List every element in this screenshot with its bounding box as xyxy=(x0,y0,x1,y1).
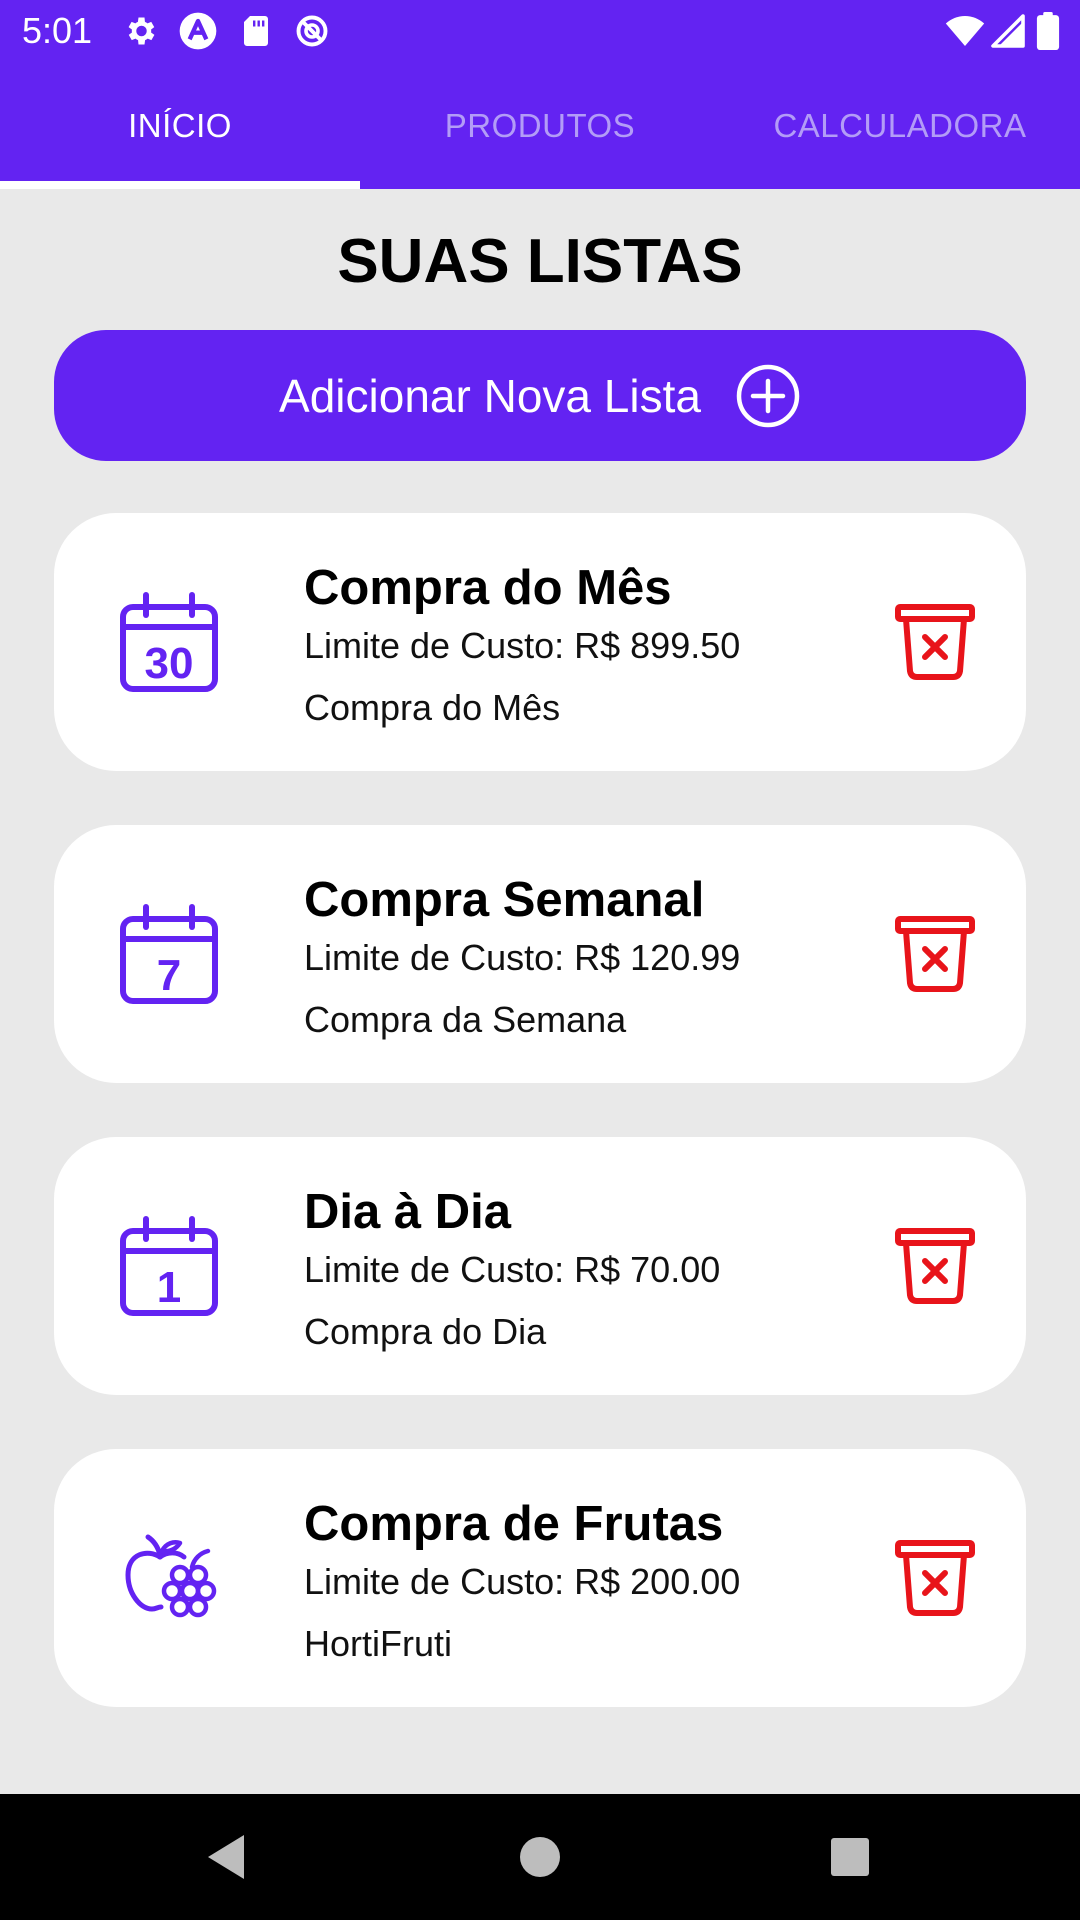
app-header: 5:01 INÍCIO PRODUTOS CALCULADORA xyxy=(0,0,1080,189)
recents-icon[interactable] xyxy=(822,1829,878,1885)
back-icon[interactable] xyxy=(198,1829,254,1885)
tab-produtos[interactable]: PRODUTOS xyxy=(360,62,720,189)
sync-blocked-icon xyxy=(296,15,328,47)
list-description: Compra da Semana xyxy=(304,999,627,1040)
tab-bar: INÍCIO PRODUTOS CALCULADORA xyxy=(0,62,1080,189)
list-limit: Limite de Custo: R$ 200.00 xyxy=(304,1561,741,1602)
sd-card-icon xyxy=(244,16,268,46)
list-info: Compra Semanal Limite de Custo: R$ 120.9… xyxy=(304,871,864,1041)
add-circle-icon xyxy=(736,364,800,427)
calendar-1-icon: 1 xyxy=(120,1216,218,1316)
tab-label: PRODUTOS xyxy=(444,106,636,144)
calendar-number: 1 xyxy=(157,1263,181,1312)
list-title: Dia à Dia xyxy=(304,1185,511,1239)
list-title: Compra Semanal xyxy=(304,873,705,927)
list-title: Compra do Mês xyxy=(304,561,672,615)
list-card[interactable]: Compra de Frutas Limite de Custo: R$ 200… xyxy=(54,1449,1026,1707)
list-description: HortiFruti xyxy=(304,1623,453,1664)
list-limit: Limite de Custo: R$ 120.99 xyxy=(304,937,741,978)
delete-list-button[interactable] xyxy=(894,915,976,993)
status-bar: 5:01 xyxy=(0,0,1080,62)
list-title: Compra de Frutas xyxy=(304,1497,724,1551)
list-limit: Limite de Custo: R$ 899.50 xyxy=(304,625,741,666)
home-icon[interactable] xyxy=(512,1829,568,1885)
list-description: Compra do Dia xyxy=(304,1311,547,1352)
list-info: Dia à Dia Limite de Custo: R$ 70.00 Comp… xyxy=(304,1183,864,1353)
tab-indicator xyxy=(0,181,360,189)
battery-icon xyxy=(1036,12,1060,50)
list-limit: Limite de Custo: R$ 70.00 xyxy=(304,1249,721,1290)
page-title: SUAS LISTAS xyxy=(337,227,743,296)
signal-icon xyxy=(991,14,1025,48)
list-card[interactable]: 7 Compra Semanal Limite de Custo: R$ 120… xyxy=(54,825,1026,1083)
gear-icon xyxy=(128,17,155,45)
add-list-label: Adicionar Nova Lista xyxy=(279,369,701,422)
calendar-number: 7 xyxy=(157,951,181,1000)
tab-label: INÍCIO xyxy=(128,106,232,144)
delete-list-button[interactable] xyxy=(894,1539,976,1617)
list-info: Compra de Frutas Limite de Custo: R$ 200… xyxy=(304,1495,864,1665)
calendar-number: 30 xyxy=(145,639,194,688)
wifi-icon xyxy=(945,16,985,46)
fruits-icon xyxy=(125,1534,217,1618)
tab-label: CALCULADORA xyxy=(773,106,1027,144)
calendar-7-icon: 7 xyxy=(120,904,218,1004)
app-logo-icon xyxy=(179,12,217,50)
list-info: Compra do Mês Limite de Custo: R$ 899.50… xyxy=(304,559,864,729)
delete-list-button[interactable] xyxy=(894,603,976,681)
status-time: 5:01 xyxy=(22,10,93,51)
list-card[interactable]: 30 Compra do Mês Limite de Custo: R$ 899… xyxy=(54,513,1026,771)
tab-calculadora[interactable]: CALCULADORA xyxy=(720,62,1080,189)
tab-inicio[interactable]: INÍCIO xyxy=(0,62,360,189)
list-card[interactable]: 1 Dia à Dia Limite de Custo: R$ 70.00 Co… xyxy=(54,1137,1026,1395)
add-list-button[interactable]: Adicionar Nova Lista xyxy=(54,330,1026,461)
calendar-30-icon: 30 xyxy=(120,592,218,692)
list-description: Compra do Mês xyxy=(304,687,561,728)
navigation-bar xyxy=(0,1794,1080,1920)
delete-list-button[interactable] xyxy=(894,1227,976,1305)
